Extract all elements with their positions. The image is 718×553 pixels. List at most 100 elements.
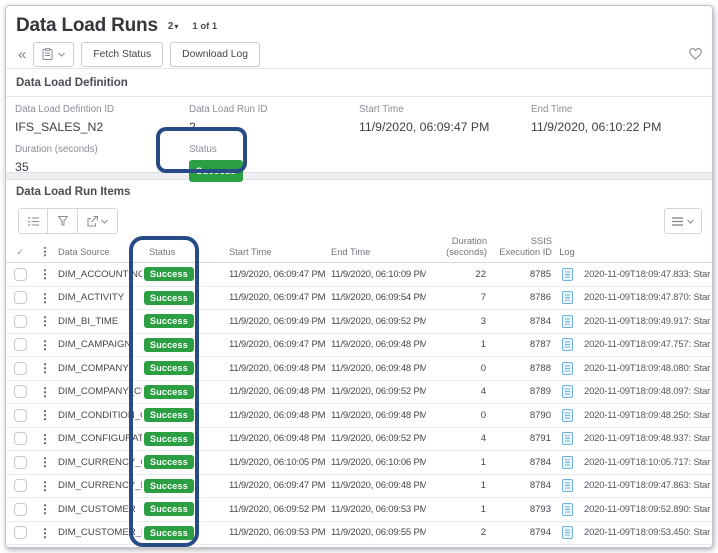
row-checkbox[interactable]: [14, 338, 27, 351]
status-badge: Success: [144, 479, 194, 493]
attachments-dropdown-button[interactable]: [33, 42, 74, 67]
row-checkbox[interactable]: [14, 456, 27, 469]
data-source-cell: DIM_CONFIGURATIO: [56, 433, 142, 444]
row-kebab-icon[interactable]: ⋮: [34, 338, 56, 352]
log-link[interactable]: [554, 362, 580, 375]
filter-button[interactable]: [48, 208, 78, 234]
table-row[interactable]: ⋮ DIM_CURRENCY_RA Success 11/9/2020, 06:…: [6, 475, 712, 499]
table-row[interactable]: ⋮ DIM_CUSTOMER_N Success 11/9/2020, 06:0…: [6, 522, 712, 546]
collapse-icon[interactable]: «: [18, 47, 26, 62]
duration-cell: 1: [426, 480, 489, 491]
log-link[interactable]: [554, 268, 580, 281]
end-time-cell: 11/9/2020, 06:09:52 PM: [329, 316, 426, 327]
log-link[interactable]: [554, 432, 580, 445]
record-count-dropdown[interactable]: 2 ▾: [166, 21, 179, 32]
row-checkbox[interactable]: [14, 432, 27, 445]
row-checkbox[interactable]: [14, 503, 27, 516]
row-kebab-icon[interactable]: ⋮: [34, 455, 56, 469]
export-dropdown-button[interactable]: [78, 208, 118, 234]
favorite-heart-icon[interactable]: [689, 48, 702, 60]
log-link[interactable]: [554, 526, 580, 539]
row-kebab-icon[interactable]: ⋮: [34, 502, 56, 516]
row-checkbox[interactable]: [14, 291, 27, 304]
table-row[interactable]: ⋮ DIM_CAMPAIGN Success 11/9/2020, 06:09:…: [6, 334, 712, 358]
table-view-options-button[interactable]: [664, 208, 702, 234]
col-status[interactable]: Status: [142, 247, 227, 258]
table-row[interactable]: ⋮ DIM_COMPANY_CU Success 11/9/2020, 06:0…: [6, 381, 712, 405]
row-kebab-icon[interactable]: ⋮: [34, 361, 56, 375]
status-badge: Success: [144, 338, 194, 352]
run-items-toolbar: [6, 204, 712, 238]
log-icon: [562, 315, 573, 328]
data-source-cell: DIM_CURRENCY_CO: [56, 457, 142, 468]
log-message-cell: 2020-11-09T18:09:47.870: Star: [580, 292, 712, 303]
field-value: 35: [15, 159, 189, 176]
start-time-cell: 11/9/2020, 06:09:48 PM: [227, 363, 329, 374]
col-start-time[interactable]: Start Time: [227, 247, 329, 258]
data-source-cell: DIM_CONDITION_C: [56, 410, 142, 421]
row-checkbox[interactable]: [14, 526, 27, 539]
col-end-time[interactable]: End Time: [329, 247, 426, 258]
end-time-cell: 11/9/2020, 06:09:48 PM: [329, 339, 426, 350]
table-row[interactable]: ⋮ DIM_ACCOUNTING_ Success 11/9/2020, 06:…: [6, 263, 712, 287]
status-badge: Success: [144, 432, 194, 446]
log-link[interactable]: [554, 479, 580, 492]
data-source-cell: DIM_ACTIVITY: [56, 292, 142, 303]
log-link[interactable]: [554, 315, 580, 328]
table-row[interactable]: ⋮ DIM_CONFIGURATIO Success 11/9/2020, 06…: [6, 428, 712, 452]
row-checkbox[interactable]: [14, 268, 27, 281]
record-count: 2: [168, 21, 174, 32]
table-row[interactable]: ⋮ DIM_CONDITION_C Success 11/9/2020, 06:…: [6, 404, 712, 428]
row-kebab-icon[interactable]: ⋮: [34, 267, 56, 281]
row-kebab-icon[interactable]: ⋮: [34, 408, 56, 422]
duration-cell: 7: [426, 292, 489, 303]
field-duration: Duration (seconds) 35: [15, 142, 189, 182]
row-kebab-icon[interactable]: ⋮: [34, 314, 56, 328]
row-checkbox[interactable]: [14, 479, 27, 492]
col-ssis-execution-id[interactable]: SSIS Execution ID: [489, 236, 554, 258]
row-kebab-icon[interactable]: ⋮: [34, 479, 56, 493]
header-kebab-icon[interactable]: ⋮: [34, 247, 56, 258]
table-row[interactable]: ⋮ DIM_ACTIVITY Success 11/9/2020, 06:09:…: [6, 287, 712, 311]
row-checkbox[interactable]: [14, 385, 27, 398]
chevron-down-icon: [687, 219, 694, 224]
log-link[interactable]: [554, 385, 580, 398]
export-icon: [87, 216, 98, 227]
row-checkbox[interactable]: [14, 409, 27, 422]
row-kebab-icon[interactable]: ⋮: [34, 291, 56, 305]
table-row[interactable]: ⋮ DIM_CURRENCY_CO Success 11/9/2020, 06:…: [6, 451, 712, 475]
col-duration[interactable]: Duration (seconds): [426, 236, 489, 258]
log-link[interactable]: [554, 409, 580, 422]
definition-fields: Data Load Defintion ID IFS_SALES_N2 Data…: [6, 97, 712, 172]
row-kebab-icon[interactable]: ⋮: [34, 385, 56, 399]
download-log-button[interactable]: Download Log: [170, 42, 260, 67]
log-link[interactable]: [554, 338, 580, 351]
ssis-id-cell: 8793: [489, 504, 554, 515]
log-icon: [562, 291, 573, 304]
duration-cell: 22: [426, 269, 489, 280]
row-checkbox[interactable]: [14, 315, 27, 328]
pagination-label: 1 of 1: [192, 21, 217, 32]
log-link[interactable]: [554, 291, 580, 304]
field-value: 2: [189, 119, 359, 136]
table-row[interactable]: ⋮ DIM_CUSTOMER Success 11/9/2020, 06:09:…: [6, 498, 712, 522]
col-log[interactable]: Log: [554, 247, 580, 258]
row-checkbox[interactable]: [14, 362, 27, 375]
row-kebab-icon[interactable]: ⋮: [34, 526, 56, 540]
table-row[interactable]: ⋮ DIM_COMPANY Success 11/9/2020, 06:09:4…: [6, 357, 712, 381]
start-time-cell: 11/9/2020, 06:10:05 PM: [227, 457, 329, 468]
log-link[interactable]: [554, 456, 580, 469]
data-source-cell: DIM_ACCOUNTING_: [56, 269, 142, 280]
duration-cell: 4: [426, 433, 489, 444]
list-view-button[interactable]: [18, 208, 48, 234]
table-header: ✓ ⋮ Data Source Status Start Time End Ti…: [6, 238, 712, 263]
field-label: Duration (seconds): [15, 143, 189, 157]
row-kebab-icon[interactable]: ⋮: [34, 432, 56, 446]
duration-cell: 4: [426, 386, 489, 397]
table-row[interactable]: ⋮ DIM_BI_TIME Success 11/9/2020, 06:09:4…: [6, 310, 712, 334]
select-all-check-icon[interactable]: ✓: [6, 247, 34, 258]
fetch-status-button[interactable]: Fetch Status: [81, 42, 163, 67]
col-data-source[interactable]: Data Source: [56, 247, 142, 258]
log-link[interactable]: [554, 503, 580, 516]
definition-section-title: Data Load Definition: [6, 69, 712, 97]
